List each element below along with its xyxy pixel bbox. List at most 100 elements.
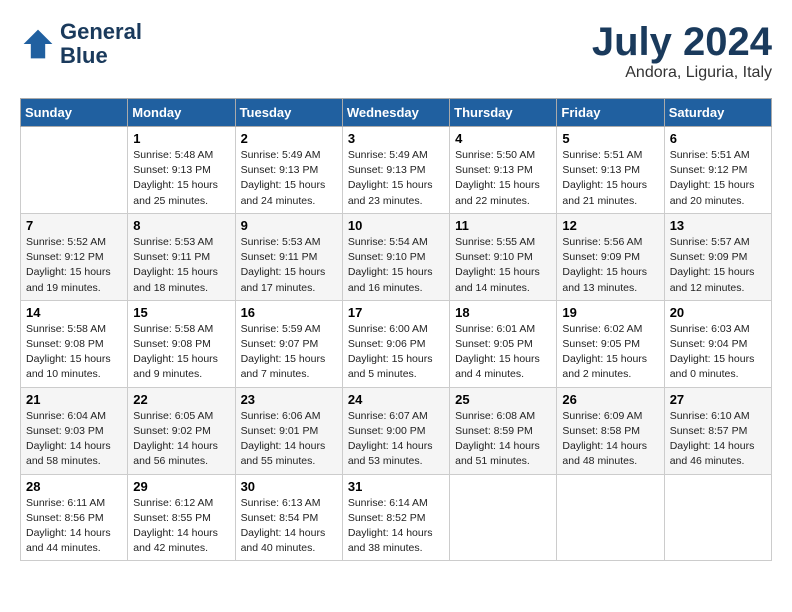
calendar-cell: 19Sunrise: 6:02 AM Sunset: 9:05 PM Dayli… [557, 300, 664, 387]
day-number: 12 [562, 218, 658, 233]
day-info: Sunrise: 6:14 AM Sunset: 8:52 PM Dayligh… [348, 496, 444, 557]
calendar-cell: 26Sunrise: 6:09 AM Sunset: 8:58 PM Dayli… [557, 387, 664, 474]
day-number: 27 [670, 392, 766, 407]
day-number: 24 [348, 392, 444, 407]
calendar-cell: 20Sunrise: 6:03 AM Sunset: 9:04 PM Dayli… [664, 300, 771, 387]
day-number: 18 [455, 305, 551, 320]
calendar-cell: 2 Sunrise: 5:49 AM Sunset: 9:13 PM Daylig… [235, 127, 342, 214]
calendar-cell: 25 Sunrise: 6:08 AM Sunset: 8:59 PM Dayli… [450, 387, 557, 474]
day-number: 8 [133, 218, 229, 233]
calendar-cell: 31 Sunrise: 6:14 AM Sunset: 8:52 PM Dayli… [342, 474, 449, 561]
day-info: Sunrise: 6:09 AM Sunset: 8:58 PM Dayligh… [562, 409, 658, 470]
calendar-cell: 8 Sunrise: 5:53 AM Sunset: 9:11 PM Daylig… [128, 213, 235, 300]
calendar-cell [664, 474, 771, 561]
day-number: 17 [348, 305, 444, 320]
day-number: 22 [133, 392, 229, 407]
day-number: 15 [133, 305, 229, 320]
day-info: Sunrise: 5:50 AM Sunset: 9:13 PM Dayligh… [455, 148, 551, 209]
day-number: 31 [348, 479, 444, 494]
day-info: Sunrise: 5:49 AM Sunset: 9:13 PM Dayligh… [241, 148, 337, 209]
day-info: Sunrise: 5:59 AM Sunset: 9:07 PM Dayligh… [241, 322, 337, 383]
calendar-week-row: 1 Sunrise: 5:48 AM Sunset: 9:13 PM Daylig… [21, 127, 772, 214]
calendar-cell [557, 474, 664, 561]
calendar-cell: 4 Sunrise: 5:50 AM Sunset: 9:13 PM Daylig… [450, 127, 557, 214]
calendar-cell: 27 Sunrise: 6:10 AM Sunset: 8:57 PM Dayli… [664, 387, 771, 474]
day-number: 25 [455, 392, 551, 407]
day-info: Sunrise: 6:07 AM Sunset: 9:00 PM Dayligh… [348, 409, 444, 470]
calendar-cell: 30Sunrise: 6:13 AM Sunset: 8:54 PM Dayli… [235, 474, 342, 561]
calendar-cell: 12 Sunrise: 5:56 AM Sunset: 9:09 PM Dayli… [557, 213, 664, 300]
calendar-week-row: 14 Sunrise: 5:58 AM Sunset: 9:08 PM Dayli… [21, 300, 772, 387]
calendar-week-row: 28Sunrise: 6:11 AM Sunset: 8:56 PM Dayli… [21, 474, 772, 561]
month-year: July 2024 [592, 20, 772, 64]
logo-icon [20, 26, 56, 62]
day-number: 2 [241, 131, 337, 146]
day-info: Sunrise: 5:48 AM Sunset: 9:13 PM Dayligh… [133, 148, 229, 209]
day-of-week-friday: Friday [557, 99, 664, 127]
location: Andora, Liguria, Italy [592, 64, 772, 82]
day-number: 14 [26, 305, 122, 320]
day-number: 29 [133, 479, 229, 494]
day-info: Sunrise: 6:01 AM Sunset: 9:05 PM Dayligh… [455, 322, 551, 383]
calendar-cell: 18 Sunrise: 6:01 AM Sunset: 9:05 PM Dayli… [450, 300, 557, 387]
calendar-cell: 5 Sunrise: 5:51 AM Sunset: 9:13 PM Daylig… [557, 127, 664, 214]
day-info: Sunrise: 6:08 AM Sunset: 8:59 PM Dayligh… [455, 409, 551, 470]
day-number: 30 [241, 479, 337, 494]
day-of-week-wednesday: Wednesday [342, 99, 449, 127]
calendar-cell: 15 Sunrise: 5:58 AM Sunset: 9:08 PM Dayli… [128, 300, 235, 387]
day-number: 9 [241, 218, 337, 233]
day-number: 23 [241, 392, 337, 407]
day-info: Sunrise: 5:52 AM Sunset: 9:12 PM Dayligh… [26, 235, 122, 296]
calendar-cell: 7Sunrise: 5:52 AM Sunset: 9:12 PM Daylig… [21, 213, 128, 300]
day-info: Sunrise: 5:56 AM Sunset: 9:09 PM Dayligh… [562, 235, 658, 296]
title-block: July 2024 Andora, Liguria, Italy [592, 20, 772, 82]
day-number: 4 [455, 131, 551, 146]
day-info: Sunrise: 6:05 AM Sunset: 9:02 PM Dayligh… [133, 409, 229, 470]
day-info: Sunrise: 5:58 AM Sunset: 9:08 PM Dayligh… [26, 322, 122, 383]
logo: General Blue [20, 20, 142, 68]
calendar-header-row: SundayMondayTuesdayWednesdayThursdayFrid… [21, 99, 772, 127]
day-number: 11 [455, 218, 551, 233]
day-info: Sunrise: 5:49 AM Sunset: 9:13 PM Dayligh… [348, 148, 444, 209]
day-info: Sunrise: 5:53 AM Sunset: 9:11 PM Dayligh… [241, 235, 337, 296]
day-number: 3 [348, 131, 444, 146]
page-header: General Blue July 2024 Andora, Liguria, … [20, 20, 772, 82]
day-info: Sunrise: 5:54 AM Sunset: 9:10 PM Dayligh… [348, 235, 444, 296]
day-info: Sunrise: 6:00 AM Sunset: 9:06 PM Dayligh… [348, 322, 444, 383]
day-info: Sunrise: 5:53 AM Sunset: 9:11 PM Dayligh… [133, 235, 229, 296]
day-number: 6 [670, 131, 766, 146]
day-info: Sunrise: 5:58 AM Sunset: 9:08 PM Dayligh… [133, 322, 229, 383]
calendar-cell: 6Sunrise: 5:51 AM Sunset: 9:12 PM Daylig… [664, 127, 771, 214]
calendar-cell [450, 474, 557, 561]
calendar-cell: 29Sunrise: 6:12 AM Sunset: 8:55 PM Dayli… [128, 474, 235, 561]
calendar-cell: 11 Sunrise: 5:55 AM Sunset: 9:10 PM Dayli… [450, 213, 557, 300]
day-info: Sunrise: 6:04 AM Sunset: 9:03 PM Dayligh… [26, 409, 122, 470]
calendar-cell: 14 Sunrise: 5:58 AM Sunset: 9:08 PM Dayli… [21, 300, 128, 387]
calendar-cell: 22 Sunrise: 6:05 AM Sunset: 9:02 PM Dayli… [128, 387, 235, 474]
logo-text: General Blue [60, 20, 142, 68]
calendar-table: SundayMondayTuesdayWednesdayThursdayFrid… [20, 98, 772, 561]
day-info: Sunrise: 6:10 AM Sunset: 8:57 PM Dayligh… [670, 409, 766, 470]
calendar-cell: 17 Sunrise: 6:00 AM Sunset: 9:06 PM Dayli… [342, 300, 449, 387]
day-of-week-thursday: Thursday [450, 99, 557, 127]
day-info: Sunrise: 6:03 AM Sunset: 9:04 PM Dayligh… [670, 322, 766, 383]
day-info: Sunrise: 5:51 AM Sunset: 9:13 PM Dayligh… [562, 148, 658, 209]
calendar-cell: 9 Sunrise: 5:53 AM Sunset: 9:11 PM Daylig… [235, 213, 342, 300]
calendar-cell: 24 Sunrise: 6:07 AM Sunset: 9:00 PM Dayli… [342, 387, 449, 474]
day-info: Sunrise: 5:55 AM Sunset: 9:10 PM Dayligh… [455, 235, 551, 296]
day-info: Sunrise: 5:57 AM Sunset: 9:09 PM Dayligh… [670, 235, 766, 296]
day-number: 1 [133, 131, 229, 146]
day-number: 21 [26, 392, 122, 407]
calendar-cell: 3 Sunrise: 5:49 AM Sunset: 9:13 PM Daylig… [342, 127, 449, 214]
calendar-cell: 21 Sunrise: 6:04 AM Sunset: 9:03 PM Dayli… [21, 387, 128, 474]
calendar-cell: 23Sunrise: 6:06 AM Sunset: 9:01 PM Dayli… [235, 387, 342, 474]
day-of-week-tuesday: Tuesday [235, 99, 342, 127]
day-number: 5 [562, 131, 658, 146]
day-info: Sunrise: 6:02 AM Sunset: 9:05 PM Dayligh… [562, 322, 658, 383]
calendar-cell: 10 Sunrise: 5:54 AM Sunset: 9:10 PM Dayli… [342, 213, 449, 300]
day-number: 10 [348, 218, 444, 233]
day-info: Sunrise: 6:11 AM Sunset: 8:56 PM Dayligh… [26, 496, 122, 557]
calendar-week-row: 7Sunrise: 5:52 AM Sunset: 9:12 PM Daylig… [21, 213, 772, 300]
calendar-cell: 1 Sunrise: 5:48 AM Sunset: 9:13 PM Daylig… [128, 127, 235, 214]
day-of-week-monday: Monday [128, 99, 235, 127]
